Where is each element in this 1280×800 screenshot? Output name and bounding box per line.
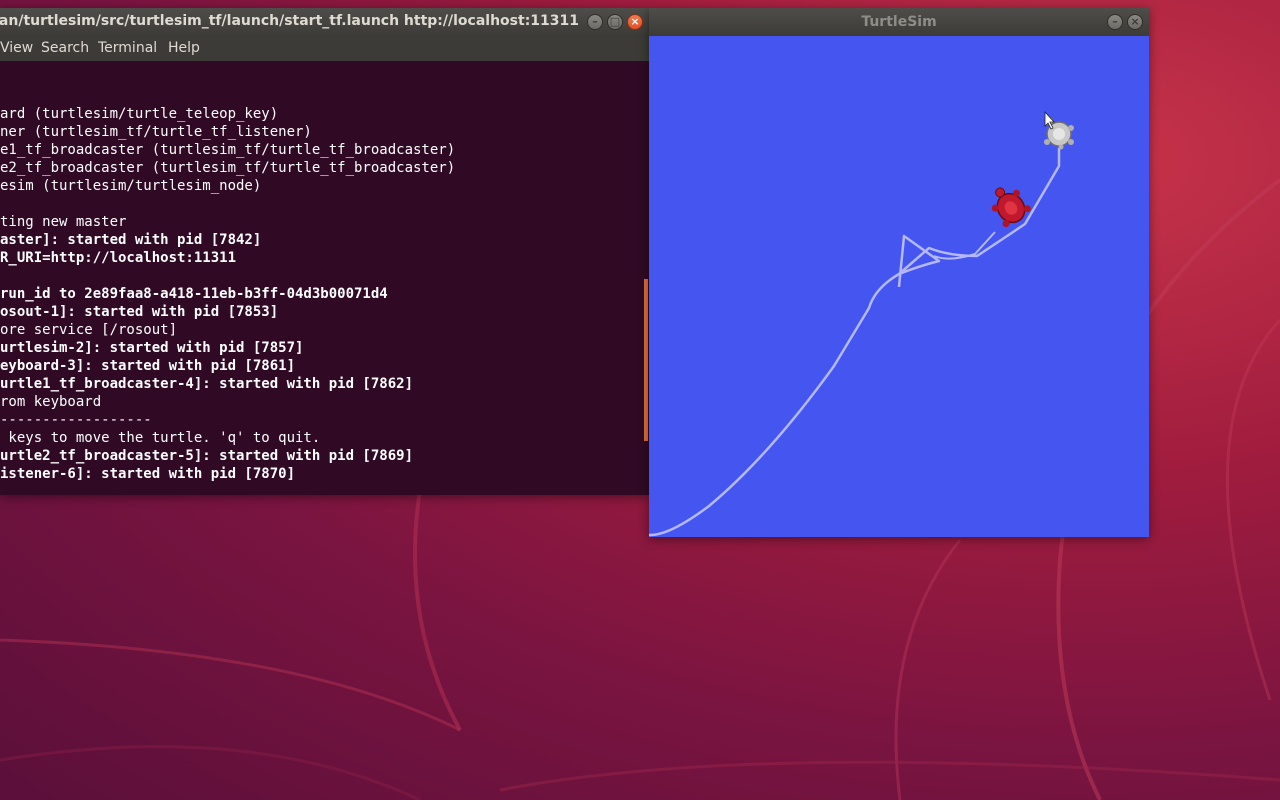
terminal-line: osout-1]: started with pid [7853] [0, 304, 279, 320]
turtle-trail [649, 234, 941, 537]
terminal-titlebar[interactable]: ome/pan/turtlesim/src/turtlesim_tf/launc… [0, 8, 649, 36]
terminal-line: ner (turtlesim_tf/turtle_tf_listener) [0, 124, 312, 140]
terminal-line: aster]: started with pid [7842] [0, 232, 262, 248]
turtlesim-window[interactable]: TurtleSim – × [649, 8, 1149, 537]
terminal-line: eyboard-3]: started with pid [7861] [0, 358, 296, 374]
close-button[interactable]: × [627, 14, 643, 30]
terminal-output[interactable]: ard (turtlesim/turtle_teleop_key)ner (tu… [0, 61, 649, 495]
terminal-line: rom keyboard [0, 394, 102, 410]
terminal-line: esim (turtlesim/turtlesim_node) [0, 178, 262, 194]
terminal-line: ard (turtlesim/turtle_teleop_key) [0, 106, 279, 122]
terminal-line: istener-6]: started with pid [7870] [0, 466, 296, 482]
terminal-title: ome/pan/turtlesim/src/turtlesim_tf/launc… [0, 13, 579, 29]
menu-search[interactable]: Search [41, 40, 89, 56]
terminal-line: ore service [/rosout] [0, 322, 178, 338]
close-button[interactable]: × [1127, 14, 1143, 30]
terminal-line: urtlesim-2]: started with pid [7857] [0, 340, 304, 356]
terminal-line: run_id to 2e89faa8-a418-11eb-b3ff-04d3b0… [0, 286, 388, 302]
terminal-menubar: View Search Terminal Help [0, 36, 649, 61]
minimize-button[interactable]: – [1107, 14, 1123, 30]
turtle-trail-branch [898, 148, 1061, 275]
maximize-button[interactable]: □ [607, 14, 623, 30]
terminal-line: urtle1_tf_broadcaster-4]: started with p… [0, 376, 414, 392]
turtlesim-canvas [649, 36, 1149, 537]
menu-view[interactable]: View [0, 40, 33, 56]
minimize-button[interactable]: – [587, 14, 603, 30]
terminal-line: e2_tf_broadcaster (turtlesim_tf/turtle_t… [0, 160, 456, 176]
terminal-line: urtle2_tf_broadcaster-5]: started with p… [0, 448, 414, 464]
menu-help[interactable]: Help [168, 40, 200, 56]
menu-terminal[interactable]: Terminal [98, 40, 157, 56]
terminal-window[interactable]: ome/pan/turtlesim/src/turtlesim_tf/launc… [0, 8, 649, 495]
terminal-line: ting new master [0, 214, 127, 230]
terminal-line: ------------------ [0, 412, 152, 428]
turtlesim-title: TurtleSim [861, 14, 937, 30]
turtlesim-titlebar[interactable]: TurtleSim – × [649, 8, 1149, 36]
terminal-line: e1_tf_broadcaster (turtlesim_tf/turtle_t… [0, 142, 456, 158]
terminal-line: keys to move the turtle. 'q' to quit. [0, 430, 321, 446]
mouse-cursor-icon [1044, 110, 1055, 130]
terminal-line: R_URI=http://localhost:11311 [0, 250, 237, 266]
turtle-path-drawing [649, 110, 1074, 537]
terminal-scrollbar[interactable] [644, 279, 648, 441]
